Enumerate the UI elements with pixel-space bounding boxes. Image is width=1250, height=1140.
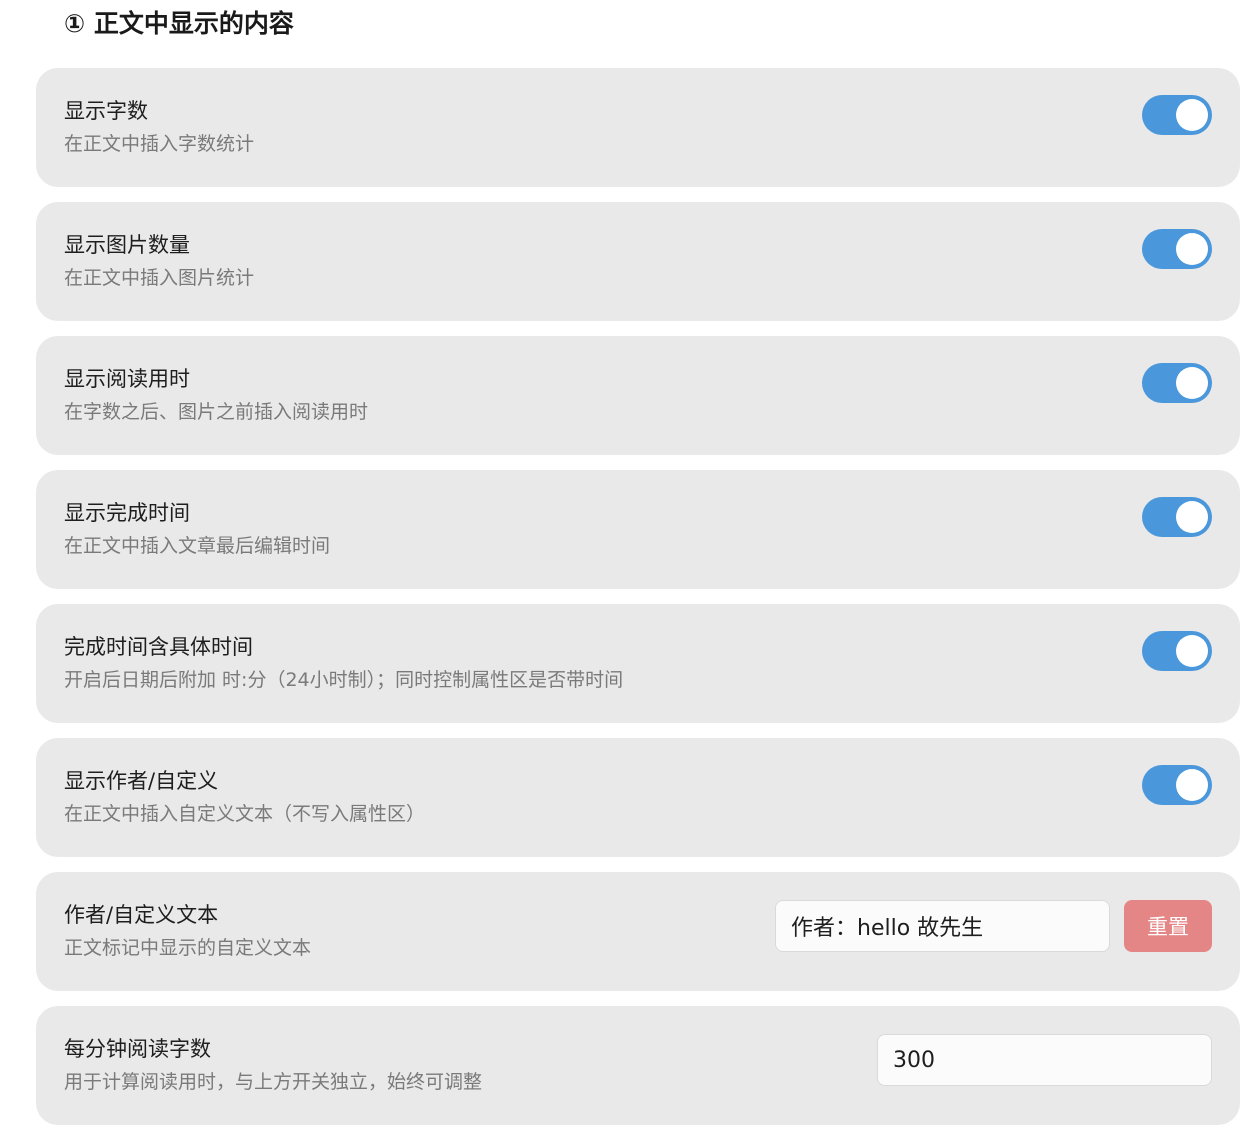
setting-title: 每分钟阅读字数 [64, 1037, 211, 1061]
setting-description: 在正文中插入文章最后编辑时间 [64, 535, 331, 557]
toggle-knob [1176, 367, 1208, 399]
section-title: ① 正文中显示的内容 [64, 9, 294, 38]
setting-title: 完成时间含具体时间 [64, 635, 253, 659]
show-author-toggle[interactable] [1142, 765, 1212, 805]
setting-title: 显示字数 [64, 99, 148, 123]
toggle-knob [1176, 99, 1208, 131]
setting-finish-time-with-clock: 完成时间含具体时间 开启后日期后附加 时:分（24小时制）；同时控制属性区是否带… [36, 604, 1240, 723]
setting-description: 开启后日期后附加 时:分（24小时制）；同时控制属性区是否带时间 [64, 669, 624, 691]
setting-title: 显示阅读用时 [64, 367, 190, 391]
show-image-count-toggle[interactable] [1142, 229, 1212, 269]
setting-title: 显示图片数量 [64, 233, 190, 257]
show-finish-time-toggle[interactable] [1142, 497, 1212, 537]
setting-description: 在正文中插入自定义文本（不写入属性区） [64, 803, 426, 825]
setting-description: 在正文中插入字数统计 [64, 133, 255, 155]
settings-list: 显示字数 在正文中插入字数统计 显示图片数量 在正文中插入图片统计 显示阅读用时… [36, 68, 1240, 1140]
toggle-knob [1176, 233, 1208, 265]
setting-title: 作者/自定义文本 [64, 903, 219, 927]
toggle-knob [1176, 635, 1208, 667]
show-word-count-toggle[interactable] [1142, 95, 1212, 135]
author-text-input[interactable] [775, 900, 1110, 952]
setting-words-per-minute: 每分钟阅读字数 用于计算阅读用时，与上方开关独立，始终可调整 [36, 1006, 1240, 1125]
setting-show-reading-time: 显示阅读用时 在字数之后、图片之前插入阅读用时 [36, 336, 1240, 455]
finish-time-with-clock-toggle[interactable] [1142, 631, 1212, 671]
setting-show-finish-time: 显示完成时间 在正文中插入文章最后编辑时间 [36, 470, 1240, 589]
setting-description: 用于计算阅读用时，与上方开关独立，始终可调整 [64, 1071, 483, 1093]
setting-show-word-count: 显示字数 在正文中插入字数统计 [36, 68, 1240, 187]
setting-show-author: 显示作者/自定义 在正文中插入自定义文本（不写入属性区） [36, 738, 1240, 857]
setting-description: 在正文中插入图片统计 [64, 267, 255, 289]
words-per-minute-input[interactable] [877, 1034, 1212, 1086]
setting-title: 显示作者/自定义 [64, 769, 219, 793]
show-reading-time-toggle[interactable] [1142, 363, 1212, 403]
toggle-knob [1176, 501, 1208, 533]
setting-show-image-count: 显示图片数量 在正文中插入图片统计 [36, 202, 1240, 321]
setting-description: 在字数之后、图片之前插入阅读用时 [64, 401, 369, 423]
toggle-knob [1176, 769, 1208, 801]
setting-title: 显示完成时间 [64, 501, 190, 525]
setting-description: 正文标记中显示的自定义文本 [64, 937, 312, 959]
setting-author-text: 作者/自定义文本 正文标记中显示的自定义文本 重置 [36, 872, 1240, 991]
reset-button[interactable]: 重置 [1124, 900, 1212, 952]
